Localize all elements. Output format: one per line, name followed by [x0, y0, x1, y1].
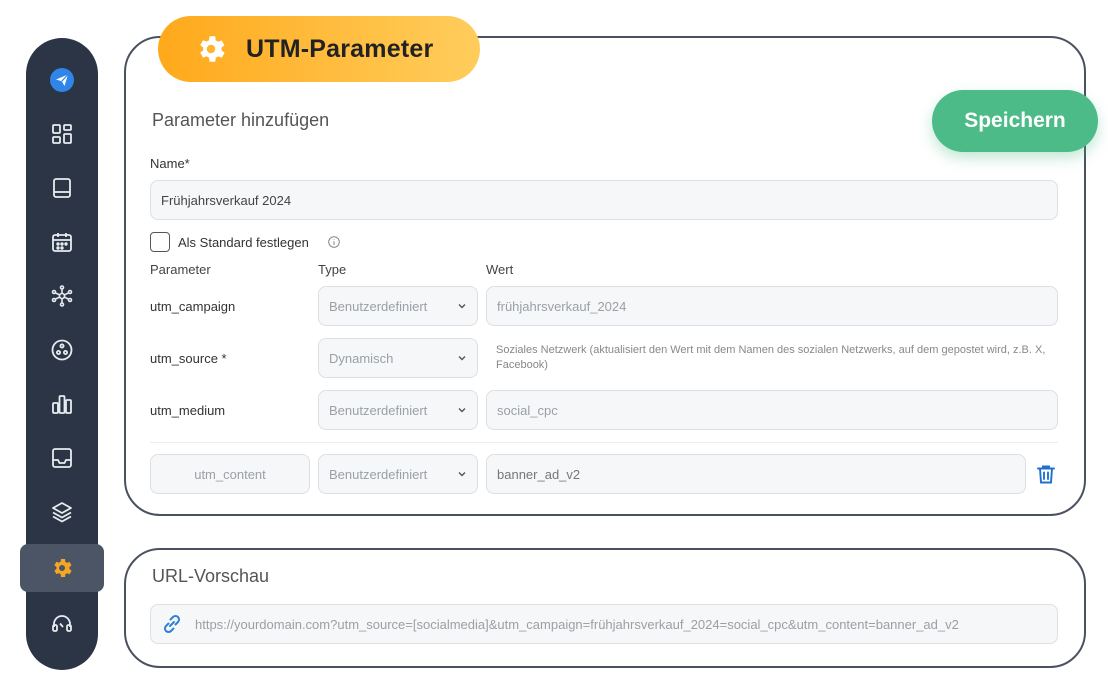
sidebar-item-analytics[interactable] [26, 380, 98, 428]
sidebar-item-content[interactable] [26, 164, 98, 212]
column-header-parameter: Parameter [150, 262, 211, 277]
param-name-utm-campaign: utm_campaign [150, 299, 236, 314]
bar-chart-icon [52, 395, 72, 414]
column-header-value: Wert [486, 262, 514, 277]
page-title-pill: UTM-Parameter [158, 16, 480, 82]
param-name-utm-medium: utm_medium [150, 403, 226, 418]
section-title-add-parameter: Parameter hinzufügen [152, 110, 330, 130]
sidebar-item-send[interactable] [26, 56, 98, 104]
sidebar-item-settings[interactable] [20, 544, 104, 592]
trash-icon[interactable] [1034, 462, 1058, 486]
type-select-utm-source[interactable]: Dynamisch [318, 338, 478, 378]
sidebar-item-community[interactable] [26, 326, 98, 374]
dashboard-icon [52, 124, 72, 144]
page-title: UTM-Parameter [246, 34, 434, 63]
gear-icon [54, 559, 72, 577]
gear-icon [200, 36, 225, 62]
param-name-utm-source: utm_source * [150, 351, 227, 366]
paper-plane-icon [50, 68, 74, 92]
type-select-utm-medium[interactable]: Benutzerdefiniert [318, 390, 478, 430]
calendar-icon [52, 233, 72, 252]
url-preview-field[interactable]: https://yourdomain.com?utm_source=[socia… [150, 604, 1058, 644]
headset-icon [52, 615, 72, 632]
layers-icon [52, 502, 72, 523]
save-button[interactable]: Speichern [932, 90, 1098, 152]
circle-dots-icon [51, 339, 73, 361]
divider [150, 442, 1058, 443]
chevron-down-icon [458, 304, 466, 309]
sidebar-item-network[interactable] [26, 272, 98, 320]
default-checkbox[interactable] [150, 232, 170, 252]
column-header-type: Type [318, 262, 347, 277]
network-icon [51, 285, 73, 307]
chevron-down-icon [458, 408, 466, 413]
param-name-input-utm-content[interactable]: utm_content [150, 454, 310, 494]
sidebar-item-inbox[interactable] [26, 434, 98, 482]
type-select-utm-campaign[interactable]: Benutzerdefiniert [318, 286, 478, 326]
book-icon [53, 178, 71, 198]
url-preview-title: URL-Vorschau [152, 566, 270, 586]
type-select-value: Dynamisch [329, 350, 394, 366]
chevron-down-icon [458, 356, 466, 361]
type-select-value: Benutzerdefiniert [329, 402, 428, 418]
inbox-icon [52, 448, 72, 468]
name-label: Name* [150, 156, 190, 171]
value-input-utm-content[interactable]: banner_ad_v2 [486, 454, 1026, 494]
sidebar-item-dashboard[interactable] [26, 110, 98, 158]
value-input-utm-campaign[interactable]: frühjahrsverkauf_2024 [486, 286, 1058, 326]
link-icon [163, 614, 181, 634]
sidebar-item-layers[interactable] [26, 488, 98, 536]
sidebar-item-support[interactable] [26, 600, 98, 648]
name-input[interactable]: Frühjahrsverkauf 2024 [150, 180, 1058, 220]
chevron-down-icon [458, 472, 466, 477]
sidebar-item-calendar[interactable] [26, 218, 98, 266]
type-select-value: Benutzerdefiniert [329, 466, 428, 482]
type-select-utm-content[interactable]: Benutzerdefiniert [318, 454, 478, 494]
utm-source-hint: Soziales Netzwerk (aktualisiert den Wert… [496, 344, 1046, 371]
default-checkbox-label: Als Standard festlegen [178, 235, 309, 250]
type-select-value: Benutzerdefiniert [329, 298, 428, 314]
info-icon[interactable] [328, 236, 340, 248]
value-input-utm-medium[interactable]: social_cpc [486, 390, 1058, 430]
